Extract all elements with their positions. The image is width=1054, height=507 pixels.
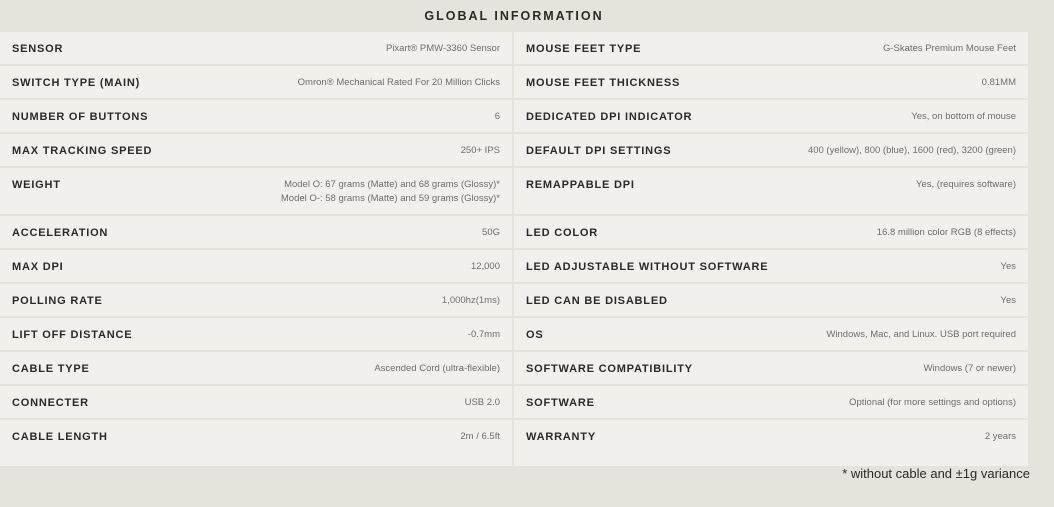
spec-label: WARRANTY (526, 431, 596, 443)
spec-row-connecter: CONNECTER USB 2.0 (0, 386, 512, 420)
spec-value: 0.81MM (981, 77, 1016, 88)
spec-value: 6 (494, 111, 500, 122)
spec-label: LED ADJUSTABLE WITHOUT SOFTWARE (526, 261, 769, 273)
spec-label: LIFT OFF DISTANCE (12, 329, 133, 341)
spec-value: 2m / 6.5ft (460, 431, 500, 442)
spec-value: Yes, (requires software) (916, 179, 1016, 190)
weight-footnote: * without cable and ±1g variance (842, 466, 1030, 481)
spec-value: Ascended Cord (ultra-flexible) (374, 363, 500, 374)
spec-value: 400 (yellow), 800 (blue), 1600 (red), 32… (807, 145, 1016, 156)
spec-label: OS (526, 329, 544, 341)
spec-label: CABLE LENGTH (12, 431, 108, 443)
spec-label: SENSOR (12, 43, 64, 55)
spec-label: LED CAN BE DISABLED (526, 295, 668, 307)
spec-label: ACCELERATION (12, 227, 109, 239)
spec-label: POLLING RATE (12, 295, 103, 307)
spec-value: G-Skates Premium Mouse Feet (882, 43, 1016, 54)
spec-row-sensor: SENSOR Pixart® PMW-3360 Sensor (0, 32, 512, 66)
spec-label: NUMBER OF BUTTONS (12, 111, 149, 123)
spec-row-number-of-buttons: NUMBER OF BUTTONS 6 (0, 100, 512, 134)
spec-label: LED COLOR (526, 227, 598, 239)
specs-table: SENSOR Pixart® PMW-3360 Sensor SWITCH TY… (0, 32, 1028, 466)
spec-label: SOFTWARE (526, 397, 595, 409)
spec-row-lift-off-distance: LIFT OFF DISTANCE -0.7mm (0, 318, 512, 352)
spec-value: 250+ IPS (460, 145, 500, 156)
spec-row-software-compatibility: SOFTWARE COMPATIBILITY Windows (7 or new… (514, 352, 1028, 386)
spec-value: Pixart® PMW-3360 Sensor (385, 43, 500, 54)
spec-value: 12,000 (470, 261, 500, 272)
spec-value: Optional (for more settings and options) (849, 397, 1016, 408)
spec-row-os: OS Windows, Mac, and Linux. USB port req… (514, 318, 1028, 352)
spec-value: 1,000hz(1ms) (441, 295, 500, 306)
spec-row-dedicated-dpi-indicator: DEDICATED DPI INDICATOR Yes, on bottom o… (514, 100, 1028, 134)
spec-label: SOFTWARE COMPATIBILITY (526, 363, 693, 375)
spec-value: USB 2.0 (464, 397, 500, 408)
spec-value: -0.7mm (467, 329, 500, 340)
spec-row-mouse-feet-type: MOUSE FEET TYPE G-Skates Premium Mouse F… (514, 32, 1028, 66)
spec-value-line: Model O-: 58 grams (Matte) and 59 grams … (280, 193, 500, 204)
spec-value: Yes (1000, 261, 1017, 272)
spec-label: CABLE TYPE (12, 363, 90, 375)
spec-value: Windows (7 or newer) (923, 363, 1016, 374)
spec-row-cable-type: CABLE TYPE Ascended Cord (ultra-flexible… (0, 352, 512, 386)
specs-column-right: MOUSE FEET TYPE G-Skates Premium Mouse F… (514, 32, 1028, 466)
spec-value: Omron® Mechanical Rated For 20 Million C… (297, 77, 500, 88)
spec-row-led-adjustable: LED ADJUSTABLE WITHOUT SOFTWARE Yes (514, 250, 1028, 284)
spec-value: Model O: 67 grams (Matte) and 68 grams (… (281, 178, 500, 206)
spec-row-led-color: LED COLOR 16.8 million color RGB (8 effe… (514, 216, 1028, 250)
spec-value: 2 years (984, 431, 1016, 442)
spec-row-default-dpi-settings: DEFAULT DPI SETTINGS 400 (yellow), 800 (… (514, 134, 1028, 168)
spec-label: SWITCH TYPE (MAIN) (12, 77, 141, 89)
spec-label: MOUSE FEET TYPE (526, 43, 642, 55)
spec-value-line: Model O: 67 grams (Matte) and 68 grams (… (284, 179, 500, 190)
spec-row-weight: WEIGHT Model O: 67 grams (Matte) and 68 … (0, 168, 512, 216)
spec-row-max-tracking-speed: MAX TRACKING SPEED 250+ IPS (0, 134, 512, 168)
spec-label: DEFAULT DPI SETTINGS (526, 145, 672, 157)
spec-row-polling-rate: POLLING RATE 1,000hz(1ms) (0, 284, 512, 318)
spec-row-cable-length: CABLE LENGTH 2m / 6.5ft (0, 420, 512, 454)
spec-value: Yes, on bottom of mouse (911, 111, 1016, 122)
spec-row-software: SOFTWARE Optional (for more settings and… (514, 386, 1028, 420)
spec-row-mouse-feet-thickness: MOUSE FEET THICKNESS 0.81MM (514, 66, 1028, 100)
spec-row-max-dpi: MAX DPI 12,000 (0, 250, 512, 284)
spec-label: REMAPPABLE DPI (526, 179, 635, 191)
spec-label: DEDICATED DPI INDICATOR (526, 111, 693, 123)
spec-value: 16.8 million color RGB (8 effects) (876, 227, 1016, 238)
spec-label: MAX DPI (12, 261, 64, 273)
spec-row-acceleration: ACCELERATION 50G (0, 216, 512, 250)
spec-row-switch-type: SWITCH TYPE (MAIN) Omron® Mechanical Rat… (0, 66, 512, 100)
spec-value: Yes (1000, 295, 1017, 306)
specs-column-left: SENSOR Pixart® PMW-3360 Sensor SWITCH TY… (0, 32, 514, 466)
spec-row-warranty: WARRANTY 2 years (514, 420, 1028, 454)
spec-label: CONNECTER (12, 397, 89, 409)
spec-label: MOUSE FEET THICKNESS (526, 77, 681, 89)
spec-value: Windows, Mac, and Linux. USB port requir… (826, 329, 1016, 340)
spec-row-remappable-dpi: REMAPPABLE DPI Yes, (requires software) (514, 168, 1028, 216)
spec-label: WEIGHT (12, 179, 61, 191)
spec-row-led-can-be-disabled: LED CAN BE DISABLED Yes (514, 284, 1028, 318)
section-title: GLOBAL INFORMATION (424, 9, 604, 23)
spec-label: MAX TRACKING SPEED (12, 145, 153, 157)
spec-value: 50G (482, 227, 500, 238)
